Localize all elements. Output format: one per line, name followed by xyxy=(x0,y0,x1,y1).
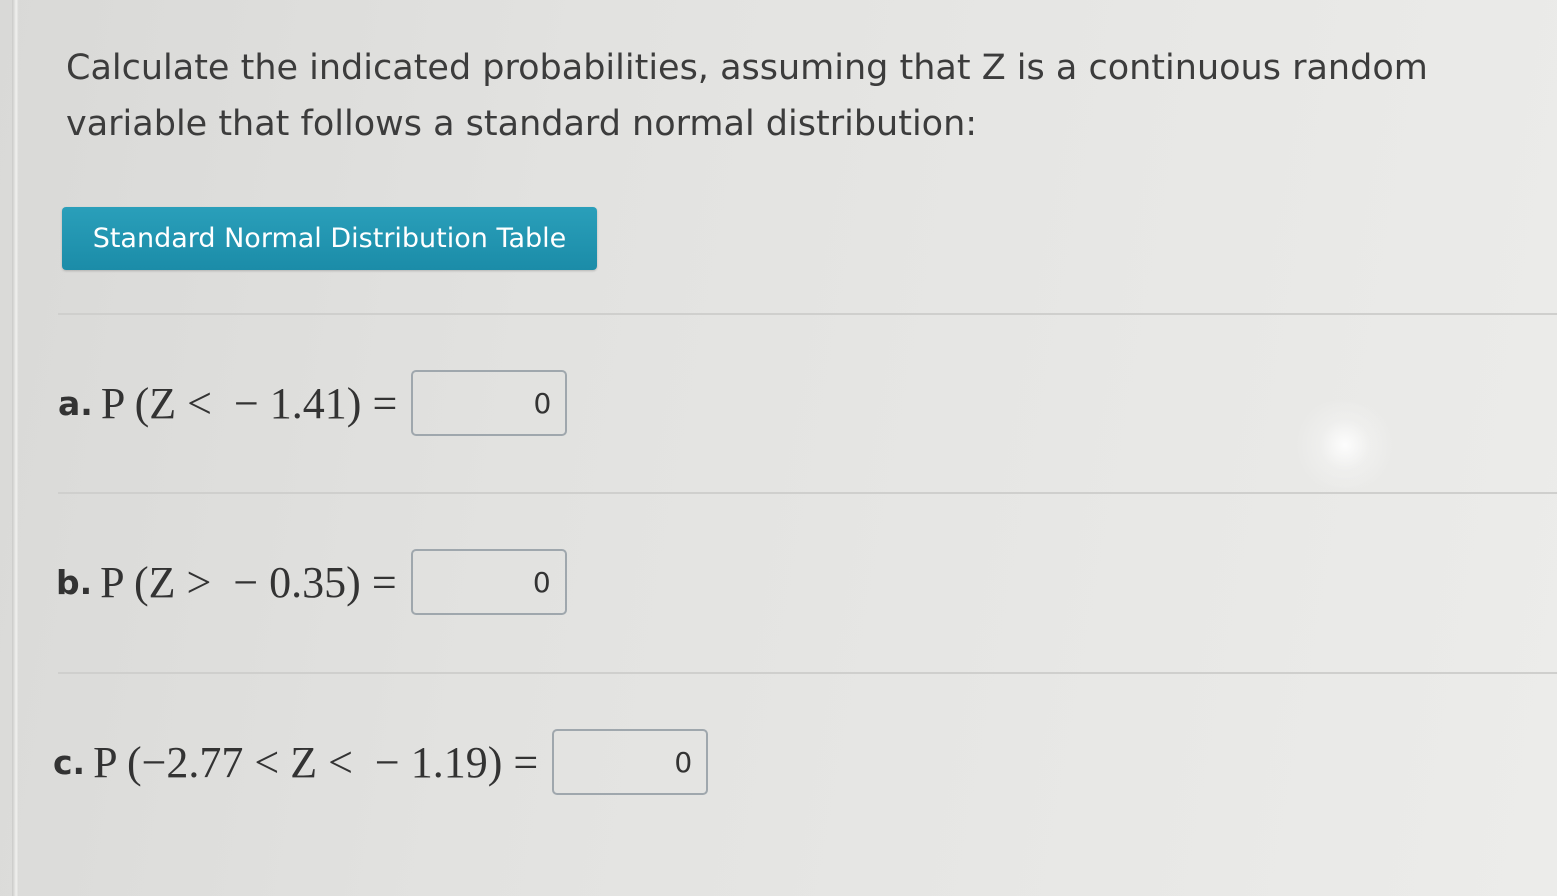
part-a-letter: a. xyxy=(58,383,93,423)
question-text: Calculate the indicated probabilities, a… xyxy=(66,48,1428,144)
part-a: a. P (Z < − 1.41) = xyxy=(58,368,568,438)
part-c-letter: c. xyxy=(53,742,86,782)
part-c-expression: P (−2.77 < Z < − 1.19) = xyxy=(93,737,539,787)
part-b-answer-input[interactable] xyxy=(410,549,567,615)
part-a-expression: P (Z < − 1.41) = xyxy=(100,378,398,428)
part-c-answer-input[interactable] xyxy=(552,729,709,795)
part-c: c. P (−2.77 < Z < − 1.19) = xyxy=(53,727,709,797)
part-b-expression: P (Z > − 0.35) = xyxy=(100,557,397,607)
left-border xyxy=(12,0,19,896)
divider xyxy=(58,672,1557,674)
part-b: b. P (Z > − 0.35) = xyxy=(56,547,567,617)
part-b-letter: b. xyxy=(56,562,93,602)
part-a-answer-input[interactable] xyxy=(411,370,568,436)
divider xyxy=(58,313,1557,315)
divider xyxy=(58,492,1557,494)
screen-glare xyxy=(1290,400,1400,490)
standard-normal-table-button[interactable]: Standard Normal Distribution Table xyxy=(62,207,597,270)
